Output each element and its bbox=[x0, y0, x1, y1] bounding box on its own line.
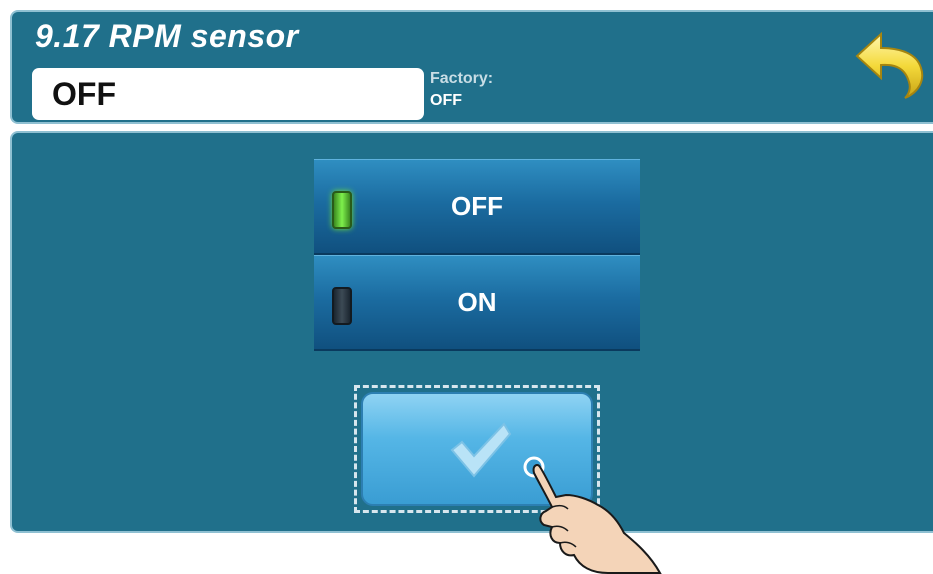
back-arrow-icon bbox=[855, 31, 924, 99]
main-panel: OFF ON bbox=[10, 131, 933, 533]
current-value: OFF bbox=[52, 76, 116, 112]
option-list: OFF ON bbox=[314, 159, 642, 351]
factory-label: Factory: bbox=[430, 70, 494, 87]
screen: 9.17 RPM sensor OFF Factory: OFF OFF ON bbox=[0, 0, 933, 574]
option-label: ON bbox=[457, 287, 497, 317]
back-button[interactable] bbox=[851, 26, 927, 102]
page-title: 9.17 RPM sensor bbox=[35, 18, 299, 54]
option-off[interactable]: OFF bbox=[314, 159, 640, 255]
pointing-hand-icon bbox=[523, 456, 662, 574]
factory-value: OFF bbox=[430, 92, 462, 109]
option-on[interactable]: ON bbox=[314, 255, 640, 351]
option-label: OFF bbox=[451, 191, 503, 221]
current-value-box: OFF bbox=[32, 68, 424, 120]
header-panel: 9.17 RPM sensor OFF Factory: OFF bbox=[10, 10, 933, 124]
